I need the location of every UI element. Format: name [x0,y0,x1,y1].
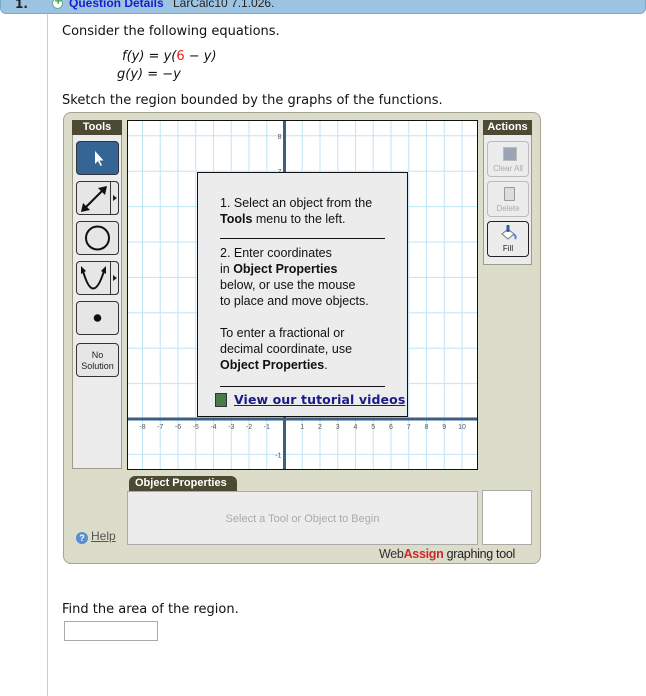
tools-header: Tools [72,120,122,135]
x-tick-label: 5 [371,424,375,431]
tool-parabola-button[interactable] [76,261,119,295]
question-details-link[interactable]: Question Details [69,0,164,10]
double-arrow-line-icon [81,186,107,212]
equation-g: g(y) = −y [117,67,181,82]
clear-all-label: Clear All [493,164,523,173]
x-tick-label: -3 [228,424,234,431]
x-tick-label: -7 [157,424,163,431]
brand-assign: Assign [403,547,444,561]
eq-g-equals: = [143,67,163,82]
paint-bucket-icon [501,225,517,240]
y-tick-label: 8 [278,134,282,141]
popup-step1-rest: menu to the left. [252,212,346,226]
instructions-popup: 1. Select an object from the Tools menu t… [197,172,408,417]
line-tool-menu-arrow[interactable] [110,181,119,215]
eq-f-constant: 6 [176,49,185,64]
x-tick-label: 4 [354,424,358,431]
x-tick-label: 10 [458,424,466,431]
equation-f: f(y) = y(6 − y) [122,49,217,64]
x-tick-label: 8 [425,424,429,431]
clear-all-icon [503,147,517,161]
y-tick-label: -1 [275,452,281,459]
x-tick-label: 9 [442,424,446,431]
popup-note-line1: To enter a fractional or [220,326,345,340]
question-code: LarCalc10 7.1.026. [173,0,275,10]
x-tick-label: -6 [175,424,181,431]
clear-all-button[interactable]: Clear All [487,141,529,177]
tool-no-solution-button[interactable]: No Solution [76,343,119,377]
x-tick-label: -1 [264,424,270,431]
film-icon [215,393,227,407]
popup-step1: 1. Select an object from the Tools menu t… [220,195,372,227]
popup-divider-2 [220,386,385,387]
popup-step1-bold: Tools [220,212,253,226]
x-tick-label: 6 [389,424,393,431]
help-link[interactable]: ? Help [76,529,116,544]
popup-note-bold: Object Properties [220,358,325,372]
popup-note: To enter a fractional or decimal coordina… [220,325,352,373]
x-tick-label: 2 [318,424,322,431]
delete-label: Delete [496,204,520,213]
pointer-arrow-icon [95,151,104,166]
delete-button[interactable]: Delete [487,181,529,217]
tool-select-button[interactable] [76,141,119,175]
expand-plus-icon[interactable] [52,0,63,9]
eq-f-lhs: f(y) [122,49,145,64]
fill-button[interactable]: Fill [487,221,529,257]
x-tick-label: 1 [300,424,304,431]
problem-intro: Consider the following equations. [62,24,280,39]
tool-point-button[interactable] [76,301,119,335]
no-solution-label-1: No [91,350,104,360]
trash-icon [504,187,515,201]
popup-step2-line1: 2. Enter coordinates [220,246,332,260]
eq-g-rhs: −y [162,67,181,82]
left-divider [47,14,48,696]
popup-step1-line1: 1. Select an object from the [220,196,373,210]
eq-f-post: − y) [184,49,217,64]
parabola-tool-menu-arrow[interactable] [110,261,119,295]
popup-step2: 2. Enter coordinates in Object Properties… [220,245,369,309]
x-tick-label: -8 [139,424,145,431]
no-solution-label-2: Solution [81,361,114,371]
help-icon: ? [76,532,88,544]
webassign-branding: WebAssign graphing tool [379,547,515,561]
eq-f-equals: = [144,49,164,64]
popup-step2-line3: below, or use the mouse [220,278,356,292]
x-tick-label: -5 [193,424,199,431]
x-tick-label: -2 [246,424,252,431]
area-answer-input[interactable] [64,621,158,641]
object-properties-box: Select a Tool or Object to Begin [127,491,478,545]
eq-f-pre: y( [163,49,177,64]
brand-web: Web [379,547,404,561]
area-question: Find the area of the region. [62,602,239,617]
problem-instruction: Sketch the region bounded by the graphs … [62,93,443,108]
popup-step2-bold: Object Properties [233,262,338,276]
tool-circle-button[interactable] [76,221,119,255]
circle-icon [85,225,110,251]
actions-header: Actions [483,120,532,135]
question-header: 1. Question Details LarCalc10 7.1.026. [0,0,646,14]
brand-rest: graphing tool [443,547,516,561]
popup-step2-pre: in [220,262,234,276]
question-number: 1. [15,0,28,11]
object-properties-tab[interactable]: Object Properties [129,476,237,491]
point-icon [93,314,102,322]
popup-note-line2: decimal coordinate, use [220,342,353,356]
tutorial-videos-link[interactable]: View our tutorial videos [234,392,405,407]
preview-box [482,490,532,545]
popup-note-end: . [324,358,328,372]
tool-line-button[interactable] [76,181,119,215]
x-tick-label: 7 [407,424,411,431]
eq-g-lhs: g(y) [117,67,144,82]
x-tick-label: 3 [336,424,340,431]
popup-divider-1 [220,238,385,239]
popup-step2-line4: to place and move objects. [220,294,369,308]
x-tick-label: -4 [210,424,216,431]
fill-label: Fill [502,244,514,253]
parabola-icon [81,266,106,290]
help-label[interactable]: Help [91,529,116,543]
